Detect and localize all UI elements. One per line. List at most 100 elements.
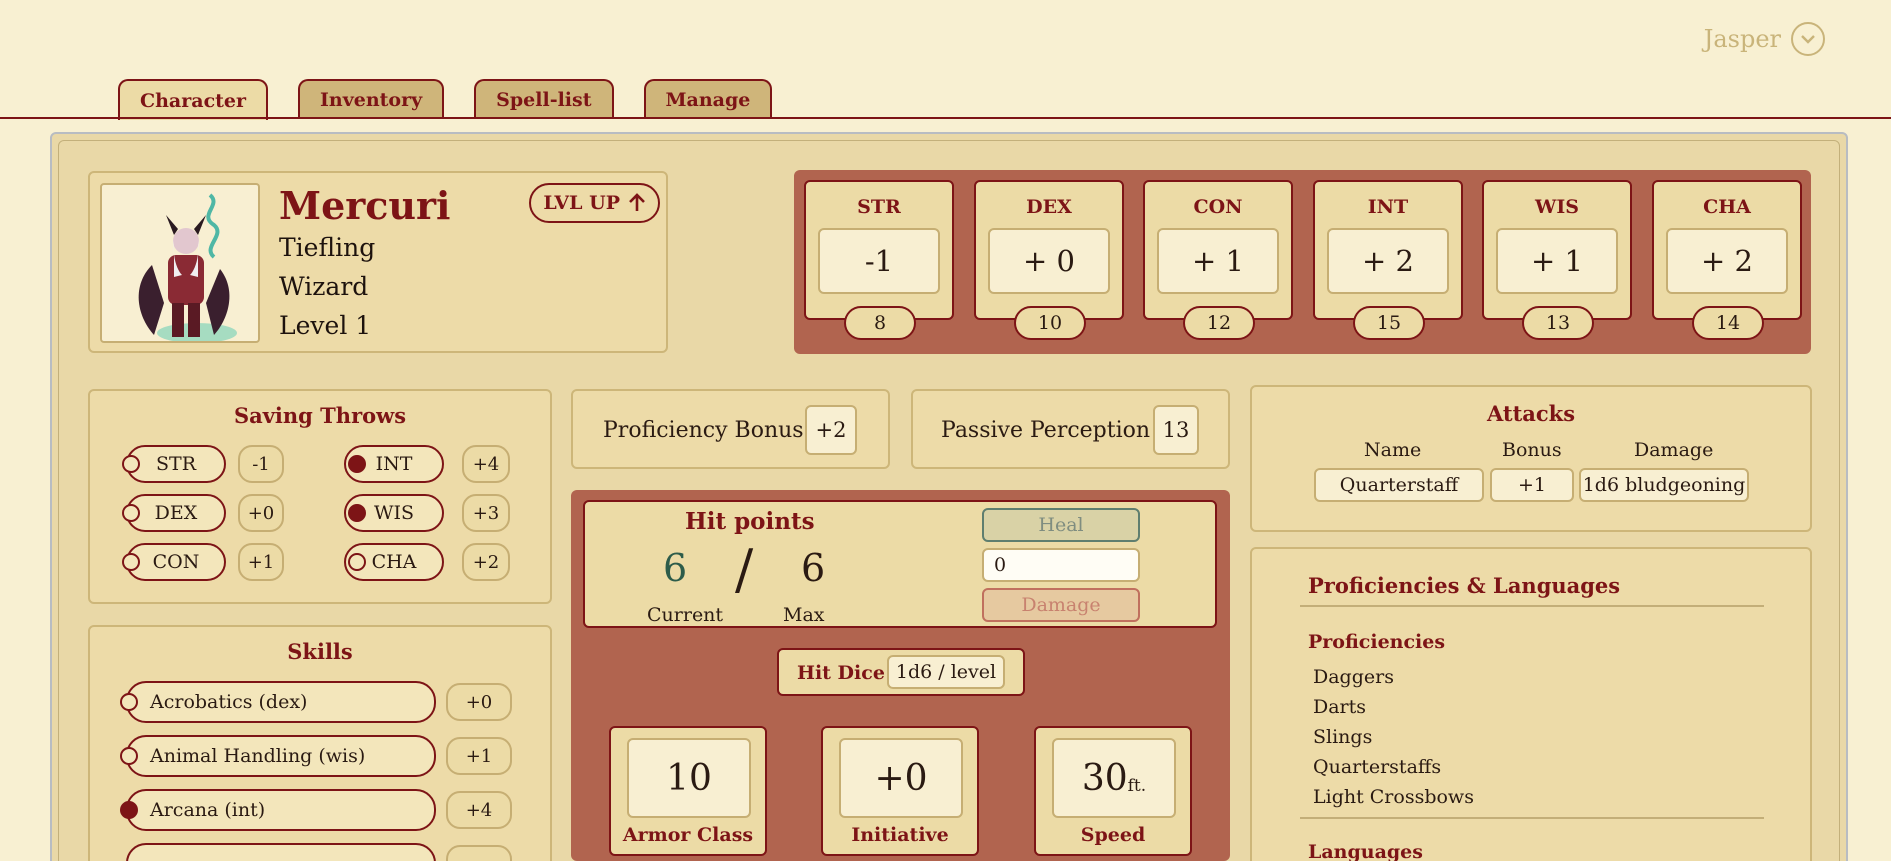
ability-score: 10 (1014, 306, 1086, 340)
proficiencies-title-divider (1300, 605, 1764, 607)
skills-card: Skills Acrobatics (dex) +0 Animal Handli… (88, 625, 552, 861)
ability-modifier: + 0 (988, 228, 1110, 294)
character-class: Wizard (279, 272, 369, 301)
character-portrait (100, 183, 260, 343)
hp-current-label: Current (647, 604, 724, 626)
skill-animal-handling-proficiency[interactable] (120, 747, 138, 765)
languages-subtitle: Languages (1308, 841, 1423, 861)
speed-unit: ft. (1127, 776, 1147, 796)
ability-str[interactable]: STR -1 8 (804, 180, 954, 340)
tab-character[interactable]: Character (118, 79, 269, 120)
character-race: Tiefling (279, 233, 376, 262)
ability-modifier: -1 (818, 228, 940, 294)
tab-manage[interactable]: Manage (643, 79, 773, 119)
proficiency-bonus-card: Proficiency Bonus +2 (571, 389, 890, 469)
proficiency-item: Daggers (1313, 666, 1394, 688)
character-name: Mercuri (279, 183, 451, 228)
hp-amount-input[interactable]: 0 (982, 548, 1140, 582)
ability-wis[interactable]: WIS + 1 13 (1482, 180, 1632, 340)
save-wis-proficiency[interactable] (348, 504, 366, 522)
tab-spell-list[interactable]: Spell-list (474, 79, 614, 119)
skill-acrobatics-value: +0 (446, 683, 512, 721)
initiative-value: +0 (839, 738, 963, 818)
save-con-value: +1 (238, 543, 284, 581)
proficiency-item: Quarterstaffs (1313, 756, 1442, 778)
save-dex-proficiency[interactable] (122, 504, 140, 522)
skill-arcana[interactable]: Arcana (int) (126, 789, 436, 831)
hp-slash: / (735, 538, 754, 601)
ability-modifier: + 1 (1157, 228, 1279, 294)
ability-modifier: + 2 (1666, 228, 1788, 294)
attack-name[interactable]: Quarterstaff (1314, 468, 1484, 502)
damage-button[interactable]: Damage (982, 588, 1140, 622)
lvl-up-button[interactable]: LVL UP (529, 183, 660, 223)
character-level: Level 1 (279, 311, 372, 340)
ability-dex[interactable]: DEX + 0 10 (974, 180, 1124, 340)
proficiency-item: Slings (1313, 726, 1373, 748)
attacks-title: Attacks (1486, 401, 1576, 426)
proficiency-bonus-label: Proficiency Bonus (603, 418, 804, 443)
ability-int[interactable]: INT + 2 15 (1313, 180, 1463, 340)
skill-acrobatics[interactable]: Acrobatics (dex) (126, 681, 436, 723)
initiative-label: Initiative (851, 824, 949, 846)
save-dex[interactable]: DEX (126, 494, 226, 532)
skill-arcana-value: +4 (446, 791, 512, 829)
hit-points-title: Hit points (685, 508, 815, 535)
user-menu[interactable]: Jasper (1704, 22, 1825, 56)
skill-arcana-proficiency[interactable] (120, 801, 138, 819)
skills-title: Skills (287, 639, 353, 664)
ability-abbr: CHA (1703, 196, 1751, 218)
passive-perception-value: 13 (1153, 405, 1199, 455)
proficiencies-divider (1300, 817, 1764, 819)
speed-label: Speed (1080, 824, 1146, 846)
save-cha-value: +2 (462, 543, 510, 581)
tab-bar: Character Inventory Spell-list Manage (118, 79, 773, 120)
hp-current-value: 6 (663, 546, 688, 590)
tab-inventory[interactable]: Inventory (298, 79, 445, 119)
passive-perception-card: Passive Perception 13 (911, 389, 1230, 469)
save-str[interactable]: STR (126, 445, 226, 483)
armor-class-label: Armor Class (622, 824, 754, 846)
ability-abbr: STR (857, 196, 901, 218)
hp-max-label: Max (783, 604, 825, 626)
hit-points-panel: Hit points 6 / 6 Current Max Heal 0 Dama… (571, 490, 1230, 861)
user-name: Jasper (1703, 25, 1781, 53)
attacks-header-name: Name (1364, 439, 1422, 461)
proficiency-bonus-value: +2 (805, 405, 857, 455)
skill-next-partial-value (446, 845, 512, 861)
ability-modifier: + 2 (1327, 228, 1449, 294)
speed-value: 30 (1081, 757, 1128, 799)
ability-con[interactable]: CON + 1 12 (1143, 180, 1293, 340)
ability-abbr: WIS (1535, 196, 1579, 218)
skill-next-partial[interactable] (126, 843, 436, 861)
save-str-value: -1 (238, 445, 284, 483)
ability-cha[interactable]: CHA + 2 14 (1652, 180, 1802, 340)
save-wis-value: +3 (462, 494, 510, 532)
save-dex-value: +0 (238, 494, 284, 532)
save-cha-proficiency[interactable] (348, 553, 366, 571)
save-con-proficiency[interactable] (122, 553, 140, 571)
ability-abbr: CON (1193, 196, 1243, 218)
heal-button[interactable]: Heal (982, 508, 1140, 542)
attack-damage: 1d6 bludgeoning (1579, 468, 1749, 502)
save-con[interactable]: CON (126, 543, 226, 581)
save-int-value: +4 (462, 445, 510, 483)
attacks-header-bonus: Bonus (1502, 439, 1562, 461)
saving-throws-card: Saving Throws STR -1 DEX +0 CON +1 INT +… (88, 389, 552, 604)
armor-class-value: 10 (627, 738, 751, 818)
proficiency-item: Darts (1313, 696, 1367, 718)
ability-scores-panel: STR -1 8 DEX + 0 10 CON + 1 12 INT + 2 1… (794, 170, 1811, 354)
arrow-up-icon (629, 193, 645, 211)
armor-class-card: 10 Armor Class (609, 726, 767, 856)
hit-dice-label: Hit Dice (797, 662, 885, 684)
save-str-proficiency[interactable] (122, 455, 140, 473)
save-int-proficiency[interactable] (348, 455, 366, 473)
speed-card: 30 ft. Speed (1034, 726, 1192, 856)
skill-animal-handling[interactable]: Animal Handling (wis) (126, 735, 436, 777)
ability-score: 14 (1692, 306, 1764, 340)
attack-bonus: +1 (1490, 468, 1574, 502)
skill-acrobatics-proficiency[interactable] (120, 693, 138, 711)
ability-score: 8 (844, 306, 916, 340)
chevron-down-icon[interactable] (1791, 22, 1825, 56)
attacks-card: Attacks Name Bonus Damage Quarterstaff +… (1250, 385, 1812, 532)
